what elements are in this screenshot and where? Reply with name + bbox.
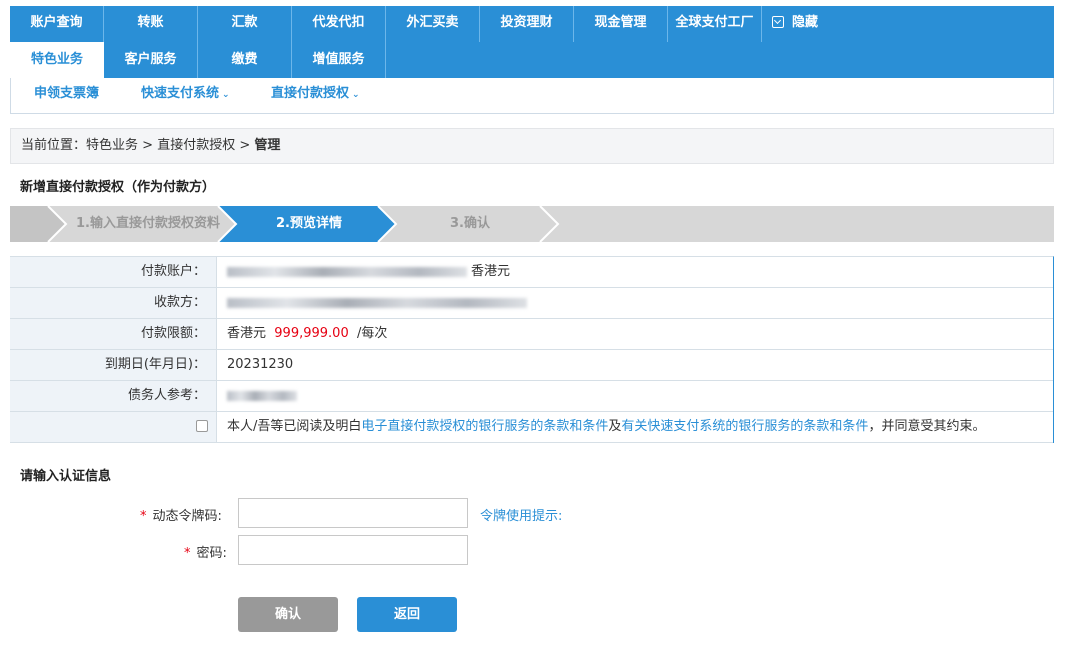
- required-mark: *: [184, 546, 191, 561]
- password-input[interactable]: [238, 535, 468, 565]
- breadcrumb-separator: >: [235, 138, 255, 153]
- breadcrumb-separator: >: [138, 138, 158, 153]
- hide-label: 隐藏: [792, 15, 819, 30]
- row-payer-account: 付款账户： 香港元: [10, 257, 1053, 288]
- limit-value: 香港元 999,999.00 /每次: [216, 319, 387, 349]
- password-label-text: 密码:: [196, 546, 227, 561]
- breadcrumb-item: 特色业务: [86, 138, 139, 153]
- main-nav: 账户查询 转账 汇款 代发代扣 外汇买卖 投资理财 现金管理 全球支付工厂 隐藏: [10, 6, 1054, 42]
- nav-item-customer-service[interactable]: 客户服务: [104, 42, 198, 78]
- debtor-ref-value: [216, 381, 301, 411]
- breadcrumb-prefix: 当前位置：: [21, 138, 87, 153]
- row-limit: 付款限额： 香港元 999,999.00 /每次: [10, 319, 1053, 350]
- payee-value: [216, 288, 531, 318]
- agreement-and: 及: [608, 419, 622, 434]
- field-label: 收款方：: [10, 288, 216, 318]
- masked-text: [227, 297, 527, 308]
- dda-detail-table: 付款账户： 香港元 收款方： 付款限额： 香港元 999,999.00 /每次 …: [10, 256, 1054, 443]
- token-input[interactable]: [238, 498, 468, 528]
- nav-item-special-business[interactable]: 特色业务: [10, 42, 104, 78]
- row-expiry: 到期日(年月日)： 20231230: [10, 350, 1053, 381]
- currency-text: 香港元: [471, 264, 511, 279]
- required-mark: *: [140, 509, 147, 524]
- agreement-text: 本人/吾等已阅读及明白电子直接付款授权的银行服务的条款和条件及有关快速支付系统的…: [216, 412, 985, 442]
- token-label-text: 动态令牌码:: [152, 509, 222, 524]
- nav-item-value-added[interactable]: 增值服务: [292, 42, 386, 78]
- nav-item-account-inquiry[interactable]: 账户查询: [10, 6, 104, 42]
- nav-item-label: 申领支票簿: [34, 86, 100, 101]
- step-2: 2.预览详情: [276, 216, 342, 231]
- step-1: 1.输入直接付款授权资料: [76, 216, 220, 231]
- nav-item-dda[interactable]: 直接付款授权 ⌄: [271, 78, 360, 112]
- nav-item-fps[interactable]: 快速支付系统 ⌄: [141, 78, 230, 112]
- nav-item-cheque-book[interactable]: 申领支票簿: [34, 78, 99, 112]
- confirm-button[interactable]: 确认: [238, 597, 338, 632]
- row-debtor-ref: 债务人参考：: [10, 381, 1053, 412]
- agreement-suffix: ，并同意受其约束。: [868, 419, 986, 434]
- breadcrumb-item: 直接付款授权: [157, 138, 236, 153]
- third-nav: 申领支票簿 快速支付系统 ⌄ 直接付款授权 ⌄: [10, 78, 1054, 114]
- nav-item-investment[interactable]: 投资理财: [480, 6, 574, 42]
- limit-unit: /每次: [356, 326, 388, 341]
- row-payee: 收款方：: [10, 288, 1053, 319]
- nav-item-transfer[interactable]: 转账: [104, 6, 198, 42]
- breadcrumb-current: 管理: [254, 138, 281, 153]
- field-label: 债务人参考：: [10, 381, 216, 411]
- sub-nav: 特色业务 客户服务 缴费 增值服务: [10, 42, 1054, 78]
- field-label: 付款限额：: [10, 319, 216, 349]
- nav-item-label: 直接付款授权: [271, 86, 350, 101]
- collapse-icon: [772, 16, 784, 28]
- token-hint-link[interactable]: 令牌使用提示:: [480, 505, 562, 524]
- page-title: 新增直接付款授权（作为付款方）: [20, 180, 216, 195]
- currency-text: 香港元: [227, 326, 267, 341]
- progress-steps: 1.输入直接付款授权资料 2.预览详情 3.确认: [10, 206, 1054, 242]
- back-button[interactable]: 返回: [357, 597, 457, 632]
- chevron-down-icon: ⌄: [222, 90, 230, 100]
- terms-link-dda[interactable]: 电子直接付款授权的银行服务的条款和条件: [361, 419, 608, 434]
- limit-amount: 999,999.00: [274, 326, 349, 341]
- nav-item-forex[interactable]: 外汇买卖: [386, 6, 480, 42]
- agreement-checkbox[interactable]: [196, 420, 208, 432]
- nav-item-bill-payment[interactable]: 缴费: [198, 42, 292, 78]
- token-label: * 动态令牌码:: [140, 505, 222, 524]
- chevron-down-icon: ⌄: [352, 90, 360, 100]
- breadcrumb: 当前位置：特色业务 > 直接付款授权 > 管理: [10, 128, 1054, 164]
- nav-item-global-payment[interactable]: 全球支付工厂: [668, 6, 762, 42]
- agreement-checkbox-cell: [10, 412, 216, 442]
- field-label: 付款账户：: [10, 257, 216, 287]
- payer-account-value: 香港元: [216, 257, 510, 287]
- nav-item-remittance[interactable]: 汇款: [198, 6, 292, 42]
- field-label: 到期日(年月日)：: [10, 350, 216, 380]
- auth-section-title: 请输入认证信息: [20, 469, 112, 484]
- step-3: 3.确认: [450, 216, 490, 231]
- expiry-value: 20231230: [216, 350, 293, 380]
- nav-item-cash-management[interactable]: 现金管理: [574, 6, 668, 42]
- terms-link-fps[interactable]: 有关快速支付系统的银行服务的条款和条件: [621, 419, 868, 434]
- agreement-prefix: 本人/吾等已阅读及明白: [227, 419, 362, 434]
- hide-nav-button[interactable]: 隐藏: [772, 6, 818, 42]
- nav-item-label: 快速支付系统: [141, 86, 220, 101]
- password-label: * 密码:: [184, 542, 227, 561]
- row-agreement: 本人/吾等已阅读及明白电子直接付款授权的银行服务的条款和条件及有关快速支付系统的…: [10, 412, 1053, 443]
- masked-text: [227, 390, 297, 401]
- nav-item-payroll[interactable]: 代发代扣: [292, 6, 386, 42]
- masked-text: [227, 266, 467, 277]
